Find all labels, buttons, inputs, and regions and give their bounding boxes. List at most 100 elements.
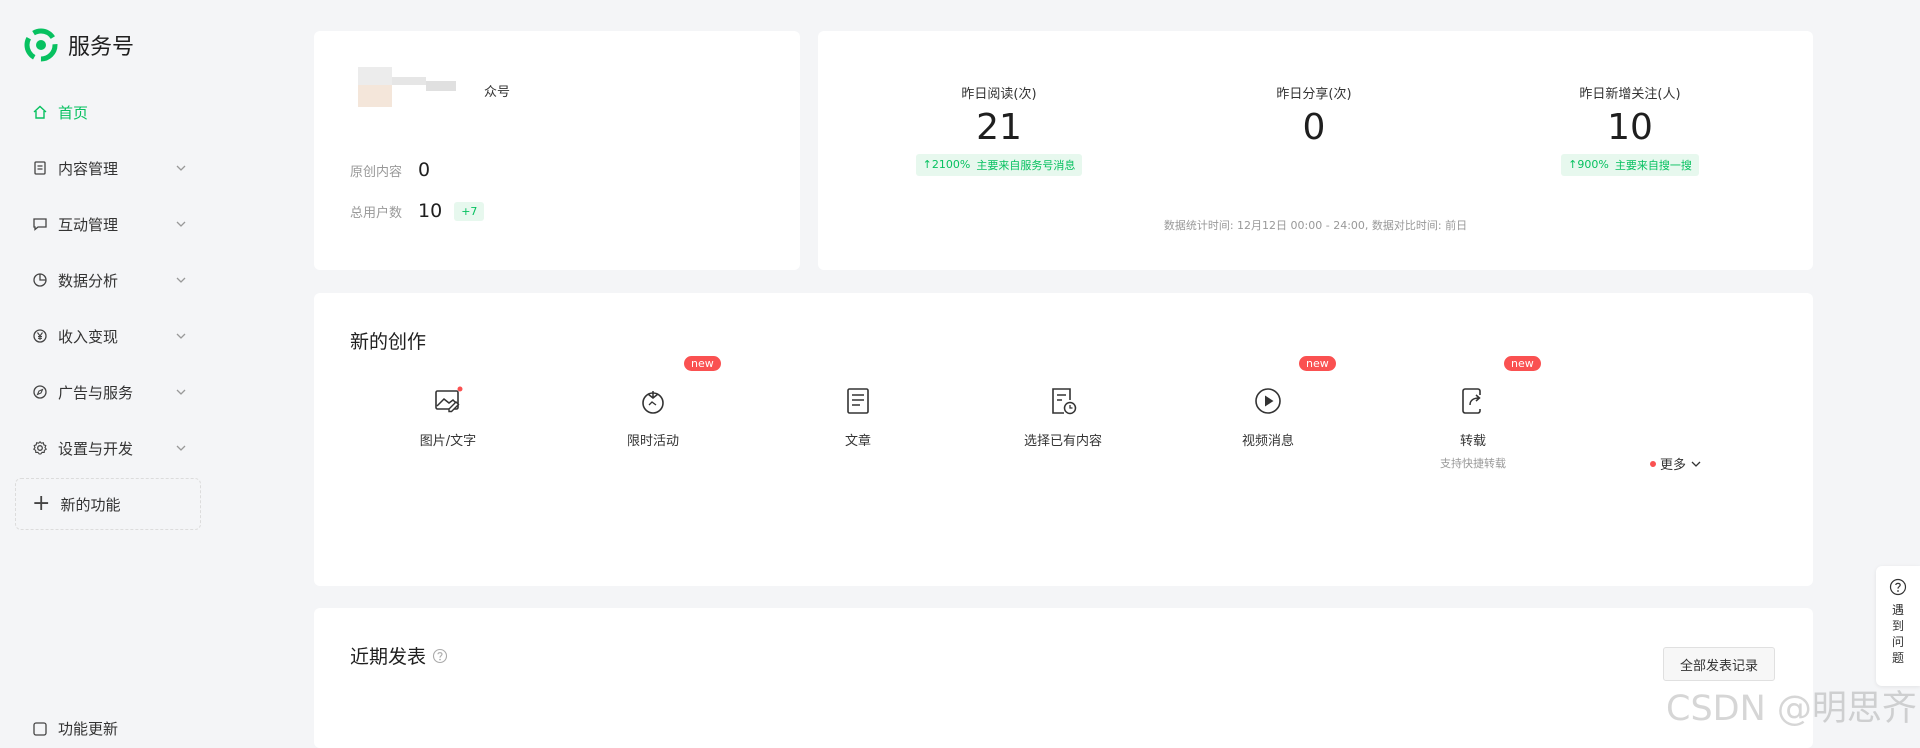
stat-title: 昨日新增关注(人) — [1579, 87, 1681, 102]
stat-badge: ↑2100% 主要来自服务号消息 — [915, 153, 1083, 176]
stat-reads[interactable]: 昨日阅读(次) 21 ↑2100% 主要来自服务号消息 — [869, 83, 1129, 176]
sidebar-item-label: 数据分析 — [58, 271, 119, 290]
stats-card: 昨日阅读(次) 21 ↑2100% 主要来自服务号消息 昨日分享(次) 0 昨日… — [818, 31, 1813, 270]
all-posts-button[interactable]: 全部发表记录 — [1663, 647, 1775, 681]
func-update-label: 功能更新 — [58, 720, 119, 738]
sidebar-item-home[interactable]: 首页 — [0, 84, 214, 140]
tool-label: 选择已有内容 — [1023, 434, 1102, 449]
recent-title-label: 近期发表 — [350, 646, 427, 668]
tomato-icon — [642, 391, 664, 414]
account-name: 众号 — [484, 85, 511, 100]
sidebar-item-ads[interactable]: 广告与服务 — [0, 364, 214, 420]
recent-card: 近期发表 全部发表记录 — [314, 608, 1813, 748]
play-icon — [1255, 388, 1281, 414]
stat-badge-note: 主要来自搜一搜 — [1614, 158, 1692, 172]
tool-label: 图片/文字 — [419, 434, 477, 449]
sidebar-item-analytics[interactable]: 数据分析 — [0, 252, 214, 308]
account-card: 众号 原创内容 0 总用户数 10 +7 — [314, 31, 800, 270]
original-content-value: 0 — [418, 159, 431, 181]
chevron-down-icon — [176, 389, 186, 395]
tool-sublabel: 支持快捷转载 — [1440, 457, 1506, 470]
chevron-down-icon — [176, 165, 186, 171]
compass-icon — [32, 384, 48, 400]
tool-select-content[interactable]: 选择已有内容 — [983, 386, 1143, 449]
tool-image-text[interactable]: 图片/文字 — [368, 386, 528, 449]
sidebar-item-label: 首页 — [58, 103, 89, 122]
stat-title: 昨日阅读(次) — [961, 87, 1037, 102]
stat-badge-note: 主要来自服务号消息 — [976, 158, 1076, 172]
original-content-label: 原创内容 — [350, 164, 403, 180]
new-function-label: 新的功能 — [60, 495, 121, 514]
brand-name: 服务号 — [68, 35, 135, 60]
sidebar-item-label: 收入变现 — [58, 327, 119, 346]
sidebar-item-label: 设置与开发 — [58, 439, 134, 458]
stat-value: 21 — [976, 107, 1022, 148]
sidebar-item-monetization[interactable]: 收入变现 — [0, 308, 214, 364]
tool-label: 文章 — [844, 434, 871, 449]
total-users-label: 总用户数 — [350, 205, 403, 221]
new-badge: new — [1299, 356, 1336, 371]
stats-footer: 数据统计时间: 12月12日 00:00 - 24:00, 数据对比时间: 前日 — [1163, 219, 1468, 232]
recent-title: 近期发表 — [350, 642, 448, 669]
watermark: CSDN @明思齐 — [1666, 689, 1917, 729]
tool-video-message[interactable]: new 视频消息 — [1188, 356, 1348, 449]
tool-label: 视频消息 — [1241, 434, 1294, 449]
update-icon — [32, 721, 48, 737]
tool-repost[interactable]: new 转载 支持快捷转载 — [1393, 356, 1553, 471]
sidebar: 服务号 首页 内容管理 互动管理 数据分析 收入变现 广告与服务 设置与开发 +… — [0, 0, 214, 738]
select-content-icon — [1052, 388, 1077, 415]
sidebar-item-label: 互动管理 — [58, 215, 119, 234]
stat-title: 昨日分享(次) — [1276, 87, 1352, 102]
chat-icon — [32, 216, 48, 232]
account-avatar — [358, 67, 476, 107]
stat-badge-pct: ↑2100% — [922, 158, 971, 172]
stat-shares[interactable]: 昨日分享(次) 0 — [1184, 83, 1444, 148]
sidebar-item-settings[interactable]: 设置与开发 — [0, 420, 214, 476]
chevron-down-icon — [176, 333, 186, 339]
yen-icon — [32, 328, 48, 344]
total-users-row: 总用户数 10 +7 — [350, 200, 485, 222]
wechat-service-logo-icon — [24, 28, 58, 62]
total-users-value[interactable]: 10 — [418, 200, 442, 222]
image-text-icon — [435, 386, 463, 413]
create-card: 新的创作 图片/文字 new 限时活动 文章 选择已有内容 new 视频消息 n… — [314, 293, 1813, 586]
chevron-down-icon — [176, 277, 186, 283]
create-title: 新的创作 — [350, 331, 427, 353]
sidebar-item-func-update[interactable]: 功能更新 — [32, 718, 118, 739]
brand[interactable]: 服务号 — [24, 28, 134, 62]
sidebar-item-interaction[interactable]: 互动管理 — [0, 196, 214, 252]
users-delta-badge: +7 — [454, 201, 485, 221]
chevron-down-icon — [176, 221, 186, 227]
stat-badge: ↑900% 主要来自搜一搜 — [1561, 153, 1699, 176]
tool-label: 限时活动 — [626, 434, 679, 449]
sidebar-item-content[interactable]: 内容管理 — [0, 140, 214, 196]
gear-icon — [32, 440, 48, 456]
tool-article[interactable]: 文章 — [778, 386, 938, 449]
sidebar-item-label: 内容管理 — [58, 159, 119, 178]
question-icon — [1889, 578, 1907, 596]
tool-label: 转载 — [1459, 434, 1486, 449]
new-badge: new — [684, 356, 721, 371]
pie-chart-icon — [32, 272, 48, 288]
notification-dot — [1650, 460, 1656, 467]
chevron-down-icon — [176, 445, 186, 451]
more-button[interactable]: 更多 — [1650, 454, 1702, 473]
new-function-button[interactable]: + 新的功能 — [15, 478, 201, 530]
question-icon[interactable] — [432, 648, 448, 664]
stat-value: 0 — [1302, 107, 1326, 148]
stat-badge-pct: ↑900% — [1568, 158, 1609, 172]
help-float-button[interactable]: 遇到问题 — [1876, 566, 1920, 686]
more-label: 更多 — [1660, 458, 1687, 473]
new-badge: new — [1504, 356, 1541, 371]
account-header[interactable]: 众号 — [358, 67, 510, 107]
article-icon — [847, 388, 869, 414]
sidebar-nav: 首页 内容管理 互动管理 数据分析 收入变现 广告与服务 设置与开发 — [0, 84, 214, 476]
original-content-row: 原创内容 0 — [350, 159, 430, 181]
chevron-down-icon — [1691, 461, 1701, 467]
stat-new-followers[interactable]: 昨日新增关注(人) 10 ↑900% 主要来自搜一搜 — [1500, 83, 1760, 176]
stat-value: 10 — [1607, 107, 1653, 148]
help-float-label: 遇到问题 — [1891, 603, 1904, 665]
plus-icon: + — [32, 491, 51, 516]
tool-limited-event[interactable]: new 限时活动 — [573, 356, 733, 449]
home-icon — [32, 104, 48, 120]
